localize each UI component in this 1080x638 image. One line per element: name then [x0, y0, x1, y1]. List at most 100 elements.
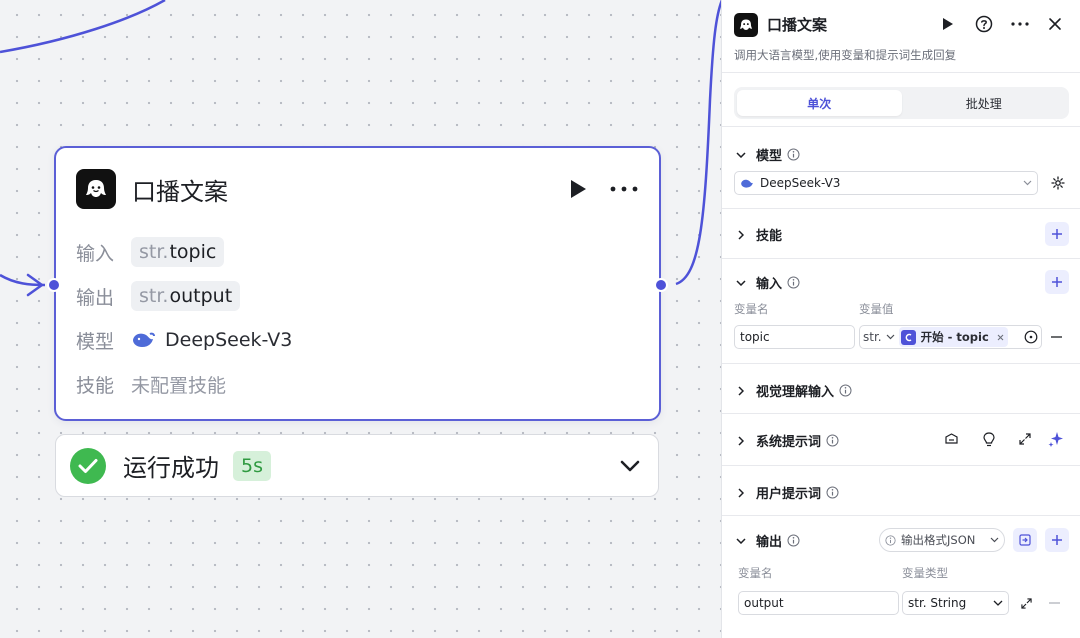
- output-col-type: 变量类型: [902, 566, 948, 580]
- user-prompt-header[interactable]: 用户提示词: [734, 483, 839, 502]
- node-input-row: 输入 str. topic: [76, 235, 225, 269]
- template-library-icon[interactable]: [940, 428, 962, 450]
- node-title: 口播文案: [132, 177, 228, 206]
- input-section: 输入 变量名 变量值 topic str. 开始 - topic: [722, 259, 1080, 364]
- model-select-value: DeepSeek-V3: [760, 176, 841, 190]
- node-skill-row: 技能 未配置技能: [76, 367, 226, 401]
- chevron-right-icon: [734, 434, 748, 448]
- lightbulb-icon[interactable]: [978, 428, 1000, 450]
- tab-batch[interactable]: 批处理: [902, 90, 1067, 116]
- help-icon[interactable]: [973, 13, 995, 35]
- chevron-right-icon: [734, 486, 748, 500]
- info-icon: [787, 276, 800, 289]
- output-section: 输出 输出格式JSON 变量名 变量类型 output str. String: [722, 516, 1080, 638]
- skills-section: 技能: [722, 209, 1080, 259]
- status-text: 运行成功: [123, 454, 219, 482]
- info-icon: [787, 148, 800, 161]
- variable-picker-icon[interactable]: [1024, 330, 1038, 344]
- input-var-name-field[interactable]: topic: [734, 325, 855, 349]
- import-output-button[interactable]: [1013, 528, 1037, 552]
- play-icon[interactable]: [565, 176, 591, 202]
- output-section-header[interactable]: 输出: [734, 531, 800, 550]
- expand-icon[interactable]: [1014, 428, 1036, 450]
- node-header: 口播文案: [76, 168, 639, 210]
- chevron-down-icon: [1023, 180, 1032, 186]
- input-type-value: str.: [863, 330, 882, 344]
- workflow-canvas[interactable]: 口播文案 输入 str. topic 输出 str. output 模型 Dee…: [0, 0, 724, 638]
- info-icon: [787, 534, 800, 547]
- expand-icon[interactable]: [1015, 592, 1037, 614]
- output-format-label: 输出格式JSON: [901, 533, 976, 547]
- ref-chip[interactable]: 开始 - topic: [898, 327, 1008, 347]
- tab-single[interactable]: 单次: [737, 90, 902, 116]
- input-section-header[interactable]: 输入: [734, 273, 800, 292]
- output-format-select[interactable]: 输出格式JSON: [879, 528, 1005, 552]
- deepseek-whale-icon: [131, 331, 155, 349]
- input-col-value: 变量值: [859, 302, 894, 316]
- check-circle-icon: [70, 447, 106, 484]
- system-prompt-header[interactable]: 系统提示词: [734, 431, 839, 450]
- status-duration-badge: 5s: [233, 450, 271, 481]
- bot-icon: [76, 169, 116, 209]
- ref-chip-label: 开始 - topic: [920, 330, 989, 344]
- model-value: DeepSeek-V3: [131, 329, 292, 351]
- output-section-title: 输出: [756, 535, 783, 550]
- panel-more-icon[interactable]: [1009, 13, 1031, 35]
- panel-description: 调用大语言模型,使用变量和提示词生成回复: [734, 48, 957, 62]
- chip-close-icon[interactable]: [997, 334, 1004, 341]
- input-col-name: 变量名: [734, 302, 769, 316]
- node-settings-panel: 口播文案 调用大语言模型,使用变量和提示词生成回复 单次 批处理 模型 Deep…: [721, 0, 1080, 638]
- remove-input-icon[interactable]: [1045, 326, 1067, 348]
- remove-output-icon[interactable]: [1043, 592, 1065, 614]
- panel-play-icon[interactable]: [937, 13, 959, 35]
- model-section-header[interactable]: 模型: [734, 145, 800, 164]
- chevron-down-icon: [734, 276, 748, 290]
- output-type-select[interactable]: str. String: [902, 591, 1009, 615]
- input-type-select[interactable]: str.: [863, 330, 895, 344]
- system-prompt-section: 系统提示词: [722, 414, 1080, 466]
- chevron-down-icon: [886, 334, 895, 340]
- vision-input-title: 视觉理解输入: [756, 385, 835, 400]
- edge-into-node: [0, 273, 46, 287]
- more-icon[interactable]: [609, 176, 639, 202]
- ai-sparkle-icon[interactable]: [1045, 428, 1067, 450]
- chevron-down-icon: [993, 600, 1003, 606]
- input-var-name-value: topic: [740, 330, 770, 344]
- output-var-name-field[interactable]: output: [738, 591, 899, 615]
- add-skill-button[interactable]: [1045, 222, 1069, 246]
- add-output-button[interactable]: [1045, 528, 1069, 552]
- model-section-title: 模型: [756, 149, 783, 164]
- run-status-bar[interactable]: 运行成功 5s: [55, 434, 659, 497]
- panel-bot-icon: [734, 13, 758, 37]
- user-prompt-title: 用户提示词: [756, 487, 822, 502]
- chevron-down-icon[interactable]: [616, 452, 644, 480]
- output-variable-tag: str. output: [131, 281, 241, 311]
- close-icon[interactable]: [1044, 13, 1066, 35]
- chevron-right-icon: [734, 228, 748, 242]
- info-icon: [839, 384, 852, 397]
- node-output-port[interactable]: [654, 278, 668, 292]
- vision-input-header[interactable]: 视觉理解输入: [734, 381, 852, 400]
- skills-section-title: 技能: [756, 229, 783, 244]
- node-model-row: 模型 DeepSeek-V3: [76, 323, 292, 357]
- gear-icon[interactable]: [1047, 172, 1069, 194]
- chevron-right-icon: [734, 384, 748, 398]
- edge-top-left: [0, 0, 166, 54]
- output-var-name-value: output: [744, 596, 784, 610]
- edge-out-node: [675, 0, 724, 286]
- node-input-port[interactable]: [47, 278, 61, 292]
- panel-header: 口播文案 调用大语言模型,使用变量和提示词生成回复: [722, 0, 1080, 73]
- llm-node[interactable]: 口播文案 输入 str. topic 输出 str. output 模型 Dee…: [54, 146, 661, 421]
- panel-title: 口播文案: [767, 16, 828, 34]
- start-node-icon: [900, 329, 916, 345]
- skills-section-header[interactable]: 技能: [734, 225, 782, 244]
- output-type: str.: [139, 285, 169, 307]
- model-select[interactable]: DeepSeek-V3: [734, 171, 1038, 195]
- input-var-value-field[interactable]: str. 开始 - topic: [859, 325, 1042, 349]
- mode-tabs: 单次 批处理: [734, 87, 1069, 119]
- skill-label: 技能: [76, 374, 115, 397]
- add-input-button[interactable]: [1045, 270, 1069, 294]
- info-icon: [885, 534, 896, 546]
- edge-arrow: [26, 273, 44, 297]
- info-icon: [826, 486, 839, 499]
